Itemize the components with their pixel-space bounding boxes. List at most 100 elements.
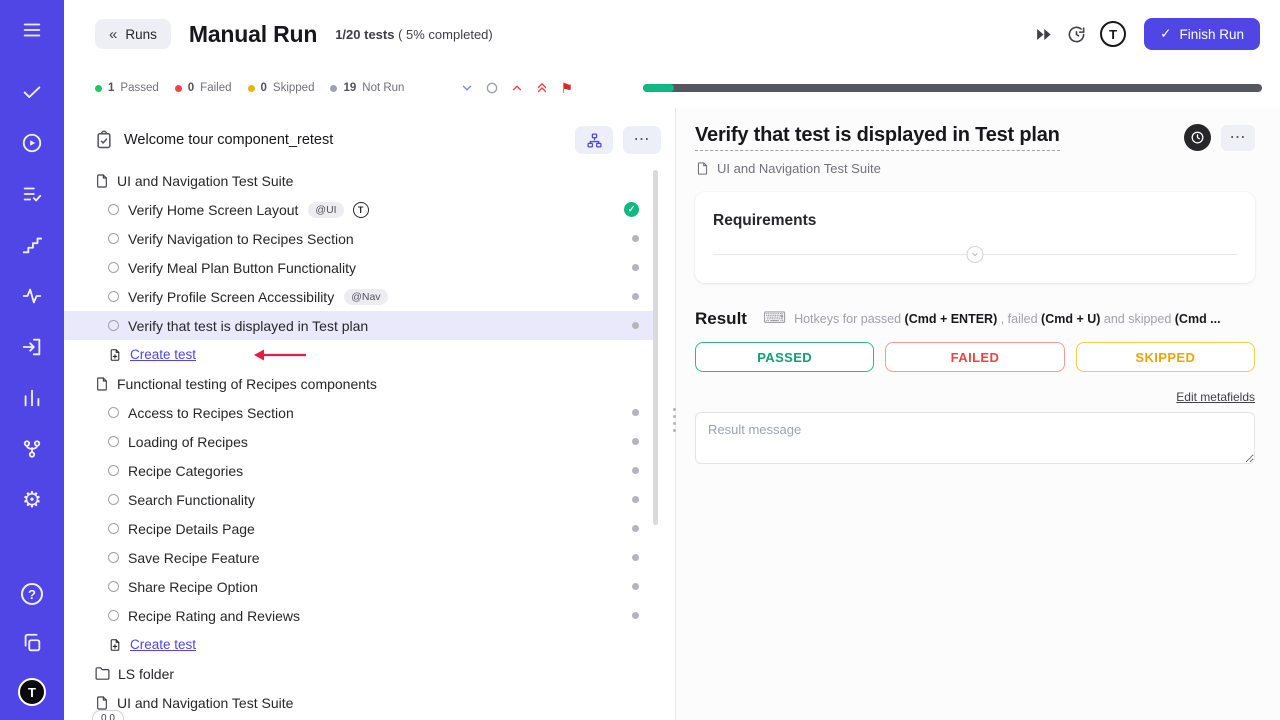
test-label: Verify that test is displayed in Test pl… bbox=[128, 318, 368, 334]
hotkeys-text: Hotkeys for passed bbox=[794, 312, 904, 326]
hotkeys-failed-combo: (Cmd + U) bbox=[1041, 312, 1100, 326]
sign-in-icon[interactable] bbox=[18, 333, 46, 361]
failed-button[interactable]: FAILED bbox=[885, 342, 1064, 372]
test-label: Verify Profile Screen Accessibility bbox=[128, 289, 334, 305]
test-row[interactable]: Access to Recipes Section bbox=[64, 398, 653, 427]
test-row-selected[interactable]: Verify that test is displayed in Test pl… bbox=[64, 311, 653, 340]
notrun-dot-icon bbox=[632, 293, 639, 300]
chevron-down-icon[interactable] bbox=[460, 81, 474, 95]
notrun-dot-icon bbox=[632, 438, 639, 445]
legend-skipped: 0 Skipped bbox=[248, 82, 315, 94]
passed-dot-icon bbox=[95, 85, 102, 92]
create-test-row[interactable]: Create test bbox=[64, 340, 653, 369]
hamburger-menu-icon[interactable] bbox=[18, 16, 46, 44]
flag-icon[interactable]: ⚑ bbox=[560, 81, 573, 95]
create-test-link[interactable]: Create test bbox=[130, 347, 196, 362]
file-icon bbox=[94, 376, 110, 392]
sidebar: ⚙ ? T bbox=[0, 0, 64, 720]
back-to-runs-label: Runs bbox=[125, 27, 157, 42]
legend-passed: 1 Passed bbox=[95, 82, 159, 94]
create-test-row[interactable]: Create test bbox=[64, 630, 653, 659]
test-row[interactable]: Verify Navigation to Recipes Section bbox=[64, 224, 653, 253]
keyboard-icon: ⌨ bbox=[763, 311, 786, 327]
file-icon bbox=[94, 695, 110, 711]
suite-row[interactable]: UI and Navigation Test Suite bbox=[64, 166, 653, 195]
tag-chip[interactable]: @UI bbox=[308, 202, 343, 218]
chevron-up-icon[interactable] bbox=[510, 81, 524, 95]
hotkeys-skipped-combo: (Cmd ... bbox=[1175, 312, 1221, 326]
run-progress-bar bbox=[643, 84, 1262, 92]
result-heading: Result bbox=[695, 309, 747, 329]
result-message-input[interactable] bbox=[695, 412, 1255, 464]
test-row[interactable]: Recipe Categories bbox=[64, 456, 653, 485]
bar-chart-icon[interactable] bbox=[18, 384, 46, 412]
steps-icon[interactable] bbox=[18, 231, 46, 259]
tree-more-button[interactable]: ⋯ bbox=[623, 126, 661, 154]
timer-button[interactable] bbox=[1184, 124, 1211, 151]
folder-icon bbox=[94, 665, 111, 682]
suite-row[interactable]: UI and Navigation Test Suite bbox=[64, 688, 653, 717]
play-circle-icon[interactable] bbox=[18, 129, 46, 157]
test-row[interactable]: Recipe Details Page bbox=[64, 514, 653, 543]
back-to-runs-button[interactable]: « Runs bbox=[95, 19, 171, 49]
gear-icon[interactable]: ⚙ bbox=[18, 486, 46, 514]
file-plus-icon bbox=[108, 348, 122, 362]
test-row[interactable]: Verify Home Screen Layout @UI T ✓ bbox=[64, 195, 653, 224]
requirements-heading: Requirements bbox=[713, 212, 1237, 230]
test-circle-icon bbox=[108, 291, 119, 302]
chevrons-up-icon[interactable] bbox=[535, 81, 549, 95]
folder-row[interactable]: LS folder bbox=[64, 659, 653, 688]
test-label: Verify Home Screen Layout bbox=[128, 202, 298, 218]
status-filter-icons: ⚑ bbox=[460, 81, 573, 95]
edit-metafields-link[interactable]: Edit metafields bbox=[1176, 390, 1255, 404]
help-icon[interactable]: ? bbox=[18, 580, 46, 608]
skipped-count: 0 bbox=[261, 82, 267, 94]
test-row[interactable]: Share Recipe Option bbox=[64, 572, 653, 601]
expand-toggle-button[interactable] bbox=[967, 246, 984, 263]
test-circle-icon bbox=[108, 204, 119, 215]
detail-more-button[interactable]: ⋯ bbox=[1221, 125, 1255, 151]
tests-fraction: 1/20 tests bbox=[335, 27, 394, 42]
test-circle-icon bbox=[108, 552, 119, 563]
create-test-link[interactable]: Create test bbox=[130, 637, 196, 652]
copy-icon[interactable] bbox=[18, 629, 46, 657]
passed-button[interactable]: PASSED bbox=[695, 342, 874, 372]
git-branch-icon[interactable] bbox=[18, 435, 46, 463]
notrun-dot-icon bbox=[632, 612, 639, 619]
test-circle-icon bbox=[108, 233, 119, 244]
skipped-button[interactable]: SKIPPED bbox=[1076, 342, 1255, 372]
notrun-dot-icon bbox=[632, 264, 639, 271]
test-row[interactable]: Search Functionality bbox=[64, 485, 653, 514]
panel-resize-handle[interactable] bbox=[673, 408, 676, 432]
test-row[interactable]: Verify Profile Screen Accessibility @Nav bbox=[64, 282, 653, 311]
failed-count: 0 bbox=[188, 82, 194, 94]
tree-scrollbar[interactable] bbox=[653, 170, 658, 525]
test-detail-title[interactable]: Verify that test is displayed in Test pl… bbox=[695, 124, 1060, 151]
test-circle-icon bbox=[108, 320, 119, 331]
fast-forward-button[interactable] bbox=[1034, 25, 1053, 44]
tree-view-button[interactable] bbox=[575, 126, 613, 154]
notrun-dot-icon bbox=[632, 235, 639, 242]
list-check-icon[interactable] bbox=[18, 180, 46, 208]
test-circle-icon bbox=[108, 407, 119, 418]
activity-icon[interactable] bbox=[18, 282, 46, 310]
circle-icon[interactable] bbox=[485, 81, 499, 95]
check-icon[interactable] bbox=[18, 78, 46, 106]
failed-label: Failed bbox=[200, 82, 231, 94]
suite-row[interactable]: Functional testing of Recipes components bbox=[64, 369, 653, 398]
content: Welcome tour component_retest ⋯ UI and N… bbox=[64, 108, 1280, 720]
notrun-dot-icon bbox=[632, 525, 639, 532]
test-row[interactable]: Verify Meal Plan Button Functionality bbox=[64, 253, 653, 282]
notrun-dot-icon bbox=[632, 409, 639, 416]
tests-progress-text: 1/20 tests ( 5% completed) bbox=[335, 27, 493, 42]
finish-run-button[interactable]: ✓ Finish Run bbox=[1144, 18, 1260, 50]
test-label: Search Functionality bbox=[128, 492, 255, 508]
notrun-dot-icon bbox=[632, 496, 639, 503]
test-row[interactable]: Loading of Recipes bbox=[64, 427, 653, 456]
test-row[interactable]: Save Recipe Feature bbox=[64, 543, 653, 572]
brand-avatar[interactable]: T bbox=[18, 678, 46, 706]
retry-timer-button[interactable] bbox=[1067, 25, 1086, 44]
test-row[interactable]: Recipe Rating and Reviews bbox=[64, 601, 653, 630]
passed-check-icon: ✓ bbox=[624, 202, 639, 217]
tag-chip[interactable]: @Nav bbox=[344, 289, 387, 305]
